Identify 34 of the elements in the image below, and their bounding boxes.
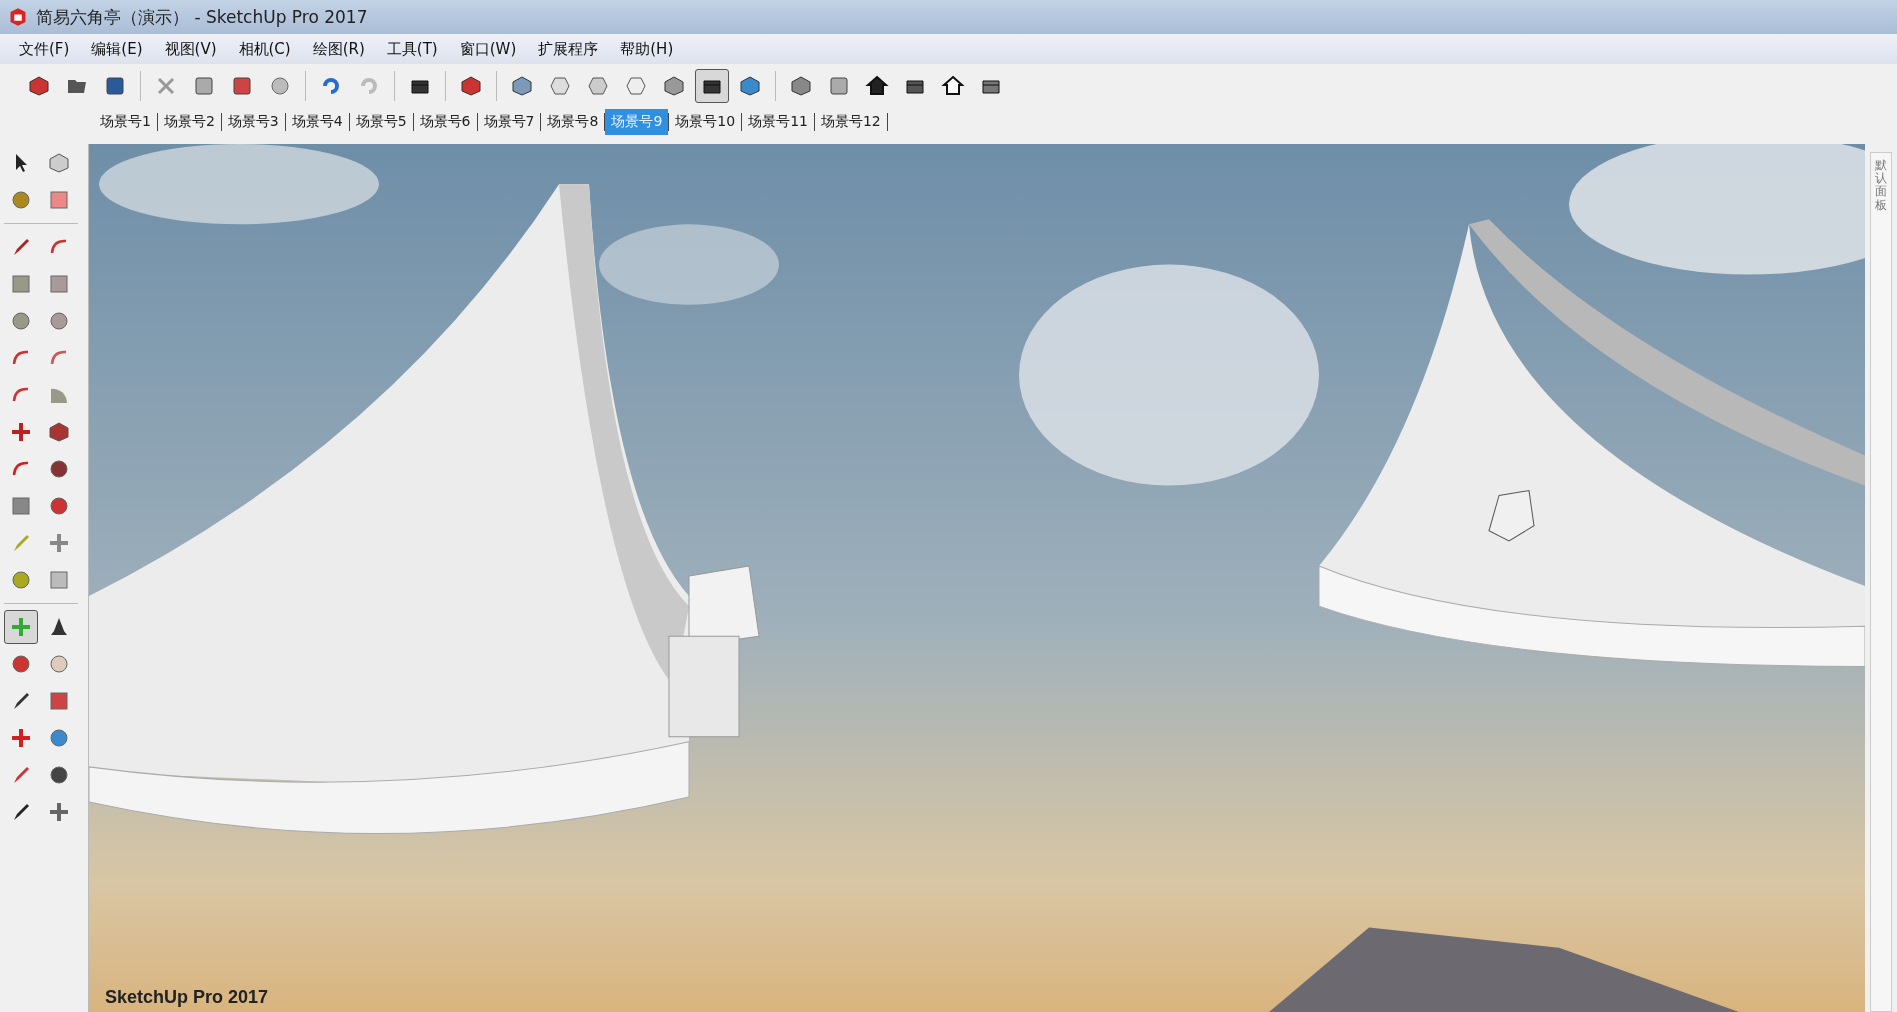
scene-tab[interactable]: 场景号8 [541,109,605,135]
menu-item[interactable]: 帮助(H) [611,36,683,62]
scene-tab[interactable]: 场景号1 [94,109,157,135]
house-icon [865,74,889,98]
scene-tab[interactable]: 场景号10 [669,109,742,135]
hexagon-icon [624,74,648,98]
menu-item[interactable]: 工具(T) [377,36,447,62]
scene-tab[interactable]: 场景号11 [742,109,814,135]
viewport-label: SketchUp Pro 2017 [105,987,269,1008]
tray-tab[interactable]: 默认面板 [1870,152,1892,1012]
square-icon [9,272,33,296]
menu-item[interactable]: 编辑(E) [82,36,152,62]
menu-item[interactable]: 扩展程序 [529,36,608,62]
paint-bucket-icon [9,188,33,212]
scene-tab[interactable]: 场景号7 [477,109,541,135]
square-icon [47,272,71,296]
menu-item[interactable]: 视图(V) [155,36,226,62]
circle-icon [47,309,71,333]
scene-tab[interactable]: 场景号4 [285,109,349,135]
scene-tab[interactable]: 场景号5 [349,109,413,135]
viewport[interactable]: SketchUp Pro 2017 [89,144,1865,1012]
menu-item[interactable]: 相机(C) [229,36,300,62]
scene-tab[interactable]: 场景号3 [221,109,285,135]
house-icon [941,74,965,98]
circle-icon [9,309,33,333]
window-title: 简易六角亭（演示） - SketchUp Pro 2017 [36,5,368,29]
menu-item[interactable]: 窗口(W) [450,36,526,62]
eraser-icon [47,188,71,212]
scene-tab[interactable]: 场景号12 [814,109,887,135]
scene-tab[interactable]: 场景号6 [413,109,477,135]
menu-item[interactable]: 文件(F) [10,36,79,62]
scene-tab[interactable]: 场景号2 [157,109,221,135]
app-logo-icon [8,7,28,27]
menu-item[interactable]: 绘图(R) [303,36,374,62]
